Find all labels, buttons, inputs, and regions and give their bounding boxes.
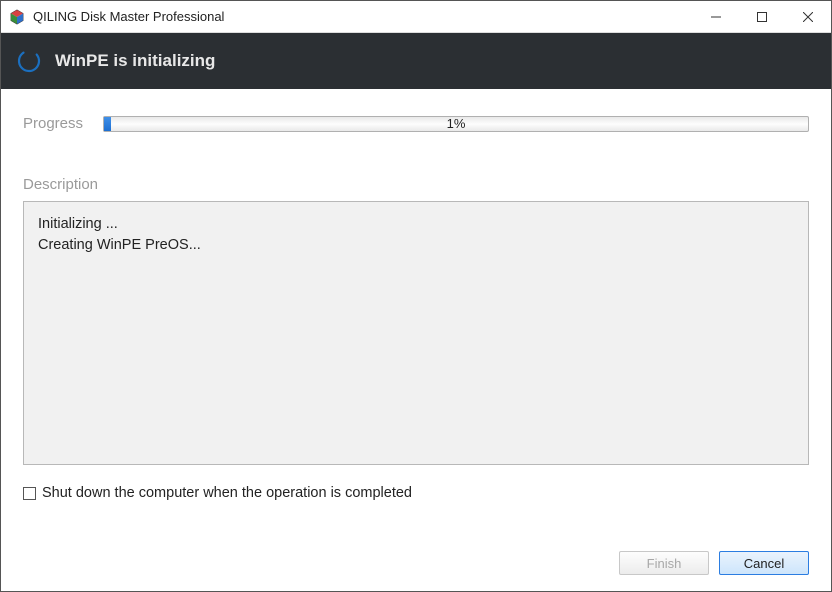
- shutdown-checkbox-row[interactable]: Shut down the computer when the operatio…: [23, 485, 809, 501]
- description-box: Initializing ... Creating WinPE PreOS...: [23, 201, 809, 465]
- progress-row: Progress 1%: [23, 115, 809, 132]
- content-area: Progress 1% Description Initializing ...…: [1, 89, 831, 591]
- progress-bar: 1%: [103, 116, 809, 132]
- cancel-button[interactable]: Cancel: [719, 551, 809, 575]
- description-line: Creating WinPE PreOS...: [38, 235, 794, 256]
- finish-button: Finish: [619, 551, 709, 575]
- finish-button-label: Finish: [647, 556, 682, 571]
- app-icon: [9, 9, 25, 25]
- checkbox-icon[interactable]: [23, 487, 36, 500]
- close-button[interactable]: [785, 1, 831, 32]
- progress-percent-text: 1%: [104, 116, 808, 131]
- cancel-button-label: Cancel: [744, 556, 784, 571]
- page-header: WinPE is initializing: [1, 33, 831, 89]
- window-title: QILING Disk Master Professional: [33, 9, 693, 24]
- button-row: Finish Cancel: [23, 531, 809, 575]
- titlebar: QILING Disk Master Professional: [1, 1, 831, 33]
- minimize-button[interactable]: [693, 1, 739, 32]
- window-controls: [693, 1, 831, 32]
- progress-label: Progress: [23, 115, 103, 132]
- description-line: Initializing ...: [38, 214, 794, 235]
- description-label: Description: [23, 176, 809, 193]
- loading-icon: [17, 49, 41, 73]
- maximize-button[interactable]: [739, 1, 785, 32]
- shutdown-checkbox-label: Shut down the computer when the operatio…: [42, 485, 412, 501]
- page-title: WinPE is initializing: [55, 51, 215, 71]
